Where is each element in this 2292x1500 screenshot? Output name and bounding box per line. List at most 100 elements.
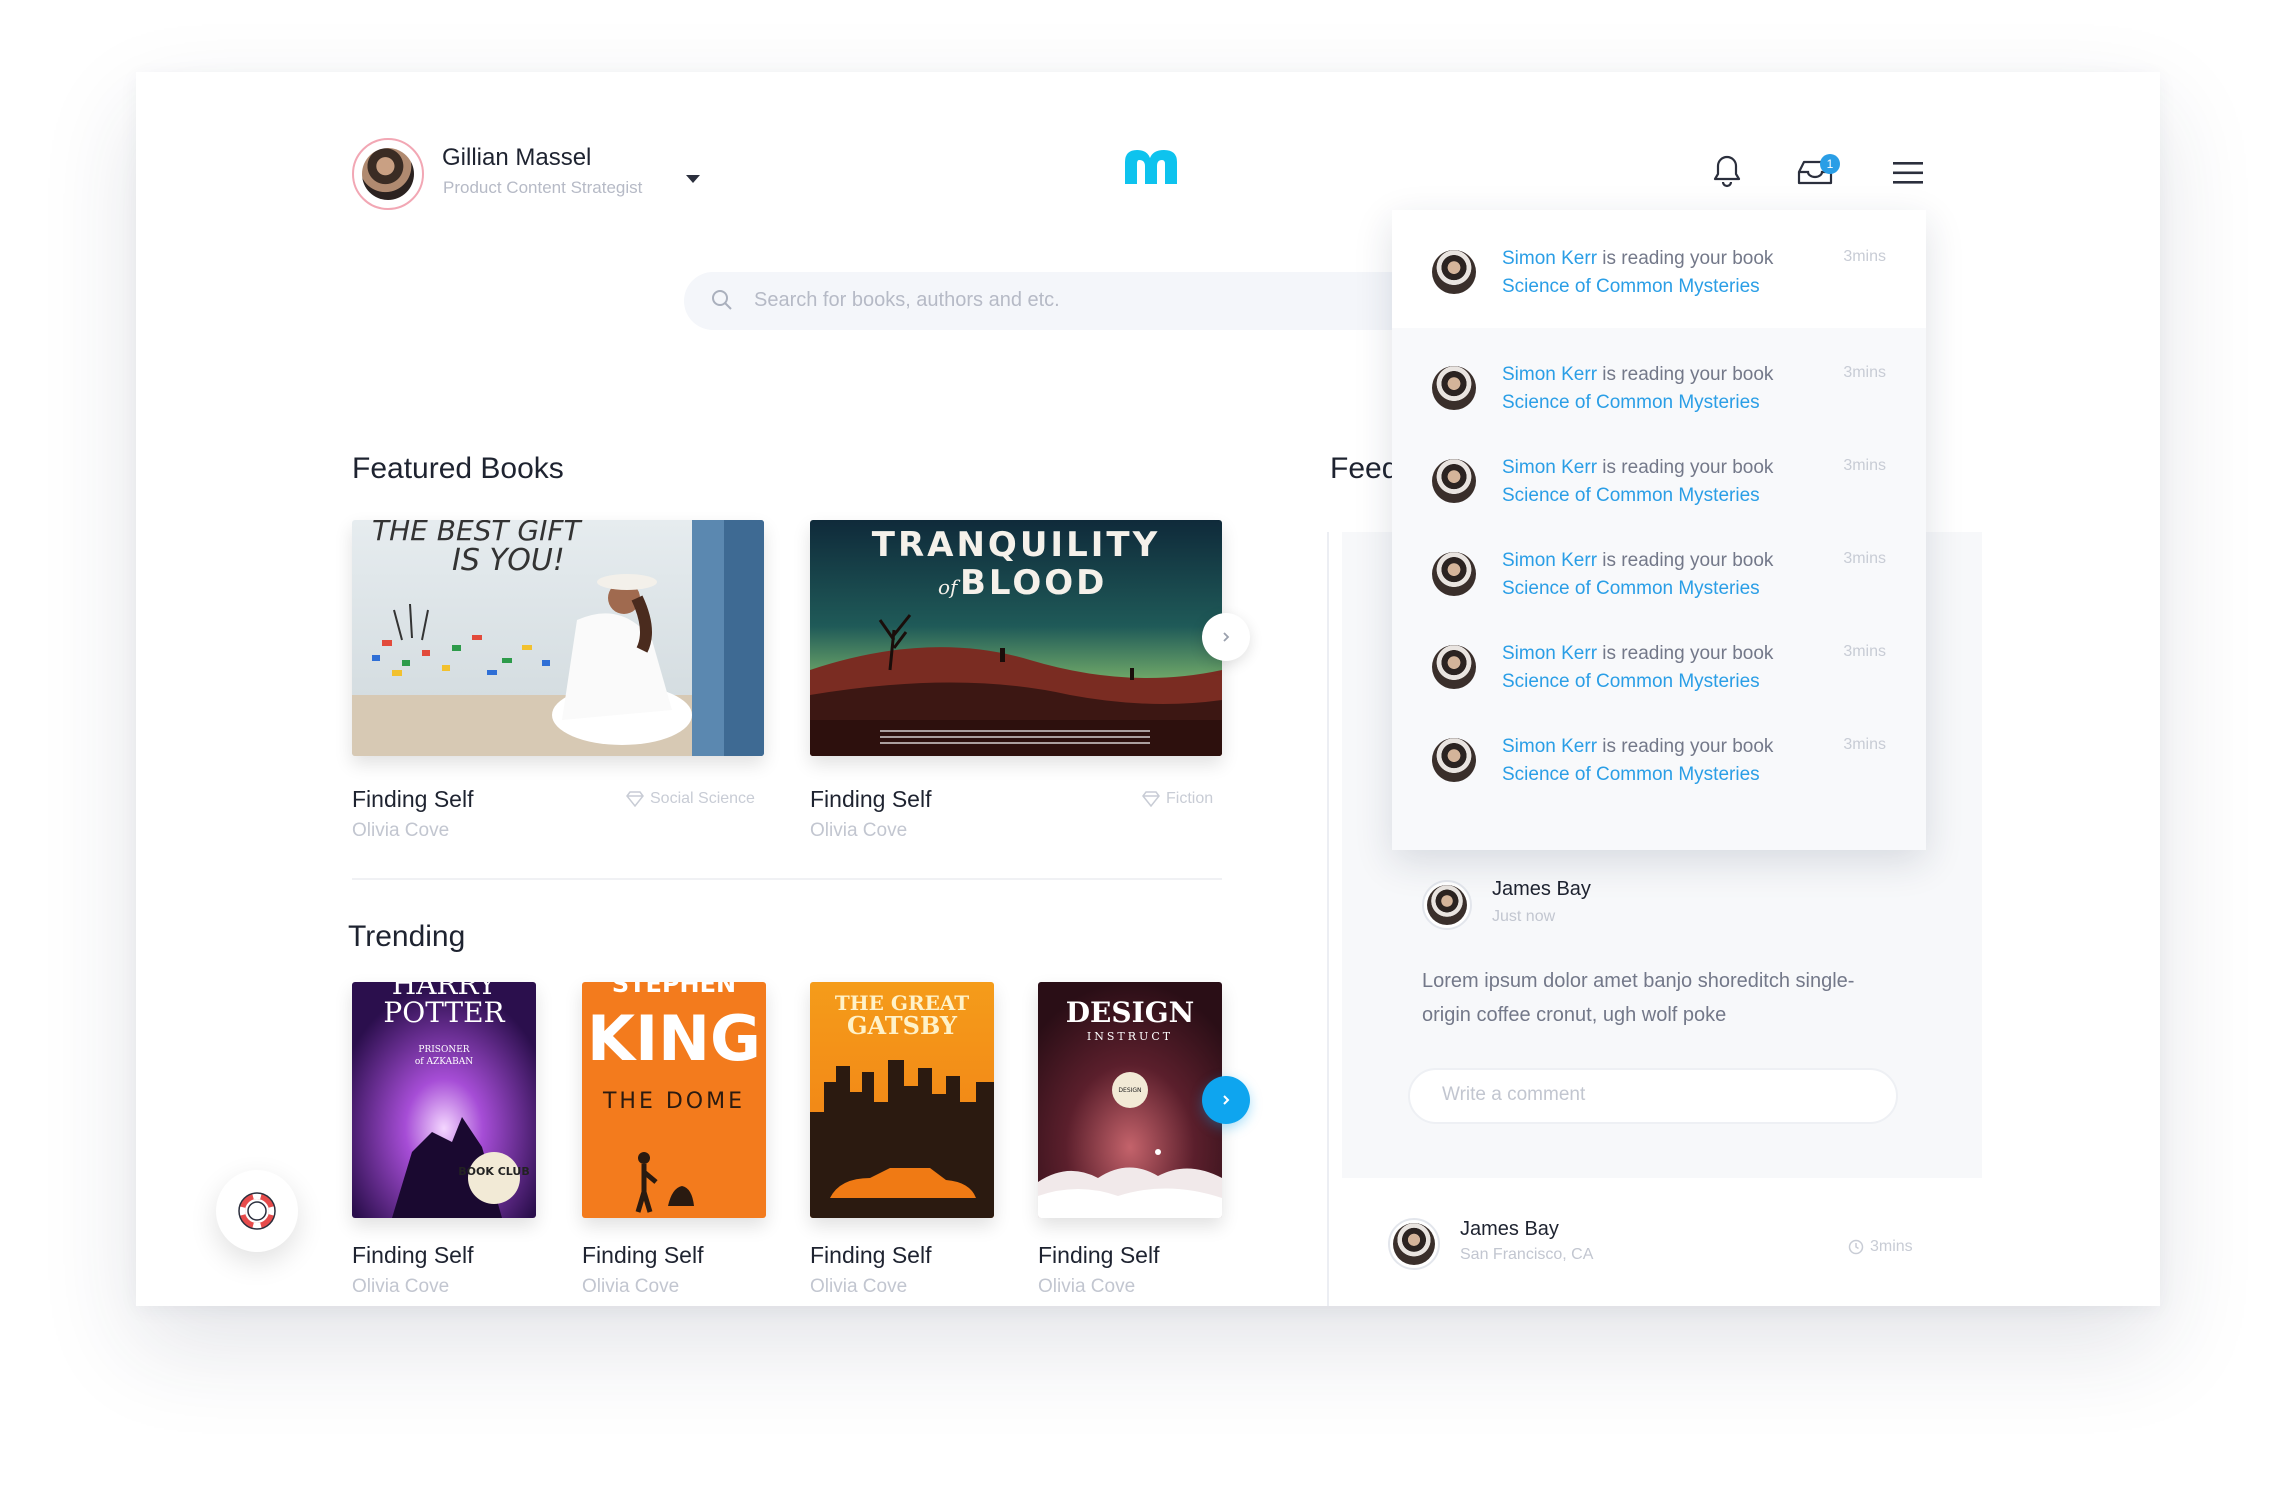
notification-book[interactable]: Science of Common Mysteries bbox=[1502, 764, 1760, 786]
clock-icon bbox=[1848, 1239, 1864, 1255]
notification-item[interactable]: Simon Kerr is reading your book Science … bbox=[1392, 210, 1926, 328]
trending-book-cover-3[interactable]: THE GREAT GATSBY bbox=[810, 982, 994, 1218]
user-role: Product Content Strategist bbox=[443, 178, 643, 197]
notification-item[interactable]: Simon Kerr is reading your book Science … bbox=[1392, 514, 1926, 607]
post-text: Lorem ipsum dolor amet banjo shoreditch … bbox=[1422, 964, 1854, 1032]
notification-text: Simon Kerr is reading your book bbox=[1502, 550, 1773, 572]
bell-icon[interactable] bbox=[1711, 154, 1743, 188]
book-title[interactable]: Finding Self bbox=[810, 1242, 931, 1269]
trending-title: Trending bbox=[348, 920, 466, 953]
notification-avatar bbox=[1432, 459, 1476, 503]
trending-book-cover-4[interactable]: DESIGN DESIGN INSTRUCT bbox=[1038, 982, 1222, 1218]
second-post-author[interactable]: James Bay bbox=[1460, 1218, 1559, 1241]
app-window: Gillian Massel Product Content Strategis… bbox=[136, 72, 2160, 1306]
featured-book-cover-1[interactable]: THE BEST GIFT IS YOU! bbox=[352, 520, 764, 756]
notification-avatar bbox=[1432, 250, 1476, 294]
book-title[interactable]: Finding Self bbox=[810, 786, 931, 813]
notification-item[interactable]: Simon Kerr is reading your book Science … bbox=[1392, 421, 1926, 514]
diamond-icon bbox=[1142, 791, 1160, 807]
notification-user[interactable]: Simon Kerr bbox=[1502, 550, 1597, 571]
logo-icon[interactable] bbox=[1122, 146, 1180, 186]
notification-user[interactable]: Simon Kerr bbox=[1502, 364, 1597, 385]
book-genre-label: Fiction bbox=[1166, 790, 1214, 807]
notification-action: is reading your book bbox=[1597, 736, 1774, 757]
post-author-name[interactable]: James Bay bbox=[1492, 878, 1591, 901]
featured-cover-title: TRANQUILITY bbox=[872, 525, 1160, 565]
book-genre: Social Science bbox=[626, 790, 755, 808]
notification-item[interactable]: Simon Kerr is reading your book Science … bbox=[1392, 328, 1926, 421]
notification-user[interactable]: Simon Kerr bbox=[1502, 248, 1597, 269]
cover-line2: POTTER bbox=[383, 996, 505, 1029]
notification-user[interactable]: Simon Kerr bbox=[1502, 736, 1597, 757]
notification-book[interactable]: Science of Common Mysteries bbox=[1502, 392, 1760, 414]
trending-book-cover-1[interactable]: BOOK CLUB HARRY POTTER PRISONER of AZKAB… bbox=[352, 982, 536, 1218]
notification-time: 3mins bbox=[1843, 550, 1886, 567]
cover-line1: STEPHEN bbox=[612, 982, 736, 998]
notification-time: 3mins bbox=[1843, 736, 1886, 753]
lifebuoy-icon bbox=[238, 1192, 276, 1230]
featured-next-button[interactable] bbox=[1202, 613, 1250, 661]
notification-avatar bbox=[1432, 366, 1476, 410]
second-post-avatar[interactable] bbox=[1388, 1218, 1440, 1270]
notification-book[interactable]: Science of Common Mysteries bbox=[1502, 578, 1760, 600]
notification-book[interactable]: Science of Common Mysteries bbox=[1502, 485, 1760, 507]
post-author-avatar[interactable] bbox=[1422, 880, 1472, 930]
notification-book[interactable]: Science of Common Mysteries bbox=[1502, 276, 1760, 298]
chevron-right-icon bbox=[1223, 1095, 1230, 1105]
notification-text: Simon Kerr is reading your book bbox=[1502, 364, 1773, 386]
notification-text: Simon Kerr is reading your book bbox=[1502, 457, 1773, 479]
book-genre-label: Social Science bbox=[650, 790, 755, 807]
notification-item[interactable]: Simon Kerr is reading your book Science … bbox=[1392, 607, 1926, 700]
book-title[interactable]: Finding Self bbox=[352, 1242, 473, 1269]
comment-placeholder[interactable]: Write a comment bbox=[1442, 1084, 1585, 1106]
diamond-icon bbox=[626, 791, 644, 807]
cover-line1: DESIGN bbox=[1066, 996, 1194, 1029]
search-icon bbox=[712, 290, 732, 310]
notification-text: Simon Kerr is reading your book bbox=[1502, 248, 1773, 270]
second-post-time: 3mins bbox=[1848, 1238, 1913, 1256]
chevron-right-icon bbox=[1223, 632, 1230, 642]
avatar-photo bbox=[362, 148, 414, 200]
notification-book[interactable]: Science of Common Mysteries bbox=[1502, 671, 1760, 693]
user-avatar[interactable] bbox=[352, 138, 424, 210]
avatar-photo bbox=[1393, 1223, 1435, 1265]
search-input[interactable]: Search for books, authors and etc. bbox=[754, 289, 1060, 312]
user-menu-caret-icon[interactable] bbox=[686, 175, 700, 183]
notification-user[interactable]: Simon Kerr bbox=[1502, 643, 1597, 664]
book-author: Olivia Cove bbox=[810, 1276, 908, 1297]
feed-title: Feed bbox=[1330, 452, 1399, 485]
user-name: Gillian Massel bbox=[442, 144, 592, 171]
book-author: Olivia Cove bbox=[352, 820, 450, 841]
trending-book-cover-2[interactable]: STEPHEN KING THE DOME bbox=[582, 982, 766, 1218]
book-club-badge bbox=[468, 1152, 520, 1204]
notification-time: 3mins bbox=[1843, 364, 1886, 381]
book-author: Olivia Cove bbox=[1038, 1276, 1136, 1297]
notification-user[interactable]: Simon Kerr bbox=[1502, 457, 1597, 478]
book-genre: Fiction bbox=[1142, 790, 1213, 808]
help-button[interactable] bbox=[216, 1170, 298, 1252]
book-author: Olivia Cove bbox=[352, 1276, 450, 1297]
feed-separator bbox=[1327, 532, 1329, 1306]
notification-action: is reading your book bbox=[1597, 364, 1774, 385]
notification-action: is reading your book bbox=[1597, 248, 1774, 269]
hamburger-menu-icon[interactable] bbox=[1892, 160, 1924, 186]
book-title[interactable]: Finding Self bbox=[1038, 1242, 1159, 1269]
notification-avatar bbox=[1432, 552, 1476, 596]
notifications-dropdown: Simon Kerr is reading your book Science … bbox=[1392, 210, 1926, 850]
trending-next-button[interactable] bbox=[1202, 1076, 1250, 1124]
post-text-line: origin coffee cronut, ugh wolf poke bbox=[1422, 1004, 1727, 1026]
svg-text:of AZKABAN: of AZKABAN bbox=[415, 1057, 473, 1067]
notification-text: Simon Kerr is reading your book bbox=[1502, 643, 1773, 665]
second-post-time-label: 3mins bbox=[1870, 1238, 1913, 1255]
notification-time: 3mins bbox=[1843, 248, 1886, 265]
book-title[interactable]: Finding Self bbox=[582, 1242, 703, 1269]
svg-text:IS YOU!: IS YOU! bbox=[452, 543, 565, 578]
cover-line2: KING bbox=[587, 1002, 761, 1075]
notification-item[interactable]: Simon Kerr is reading your book Science … bbox=[1392, 700, 1926, 793]
svg-text:PRISONER: PRISONER bbox=[418, 1045, 469, 1055]
book-title[interactable]: Finding Self bbox=[352, 786, 473, 813]
svg-text:BLOOD: BLOOD bbox=[960, 563, 1107, 603]
cover-sub: THE DOME bbox=[602, 1089, 745, 1114]
featured-book-cover-2[interactable]: TRANQUILITY of BLOOD bbox=[810, 520, 1222, 756]
cover-line2: INSTRUCT bbox=[1087, 1030, 1173, 1043]
